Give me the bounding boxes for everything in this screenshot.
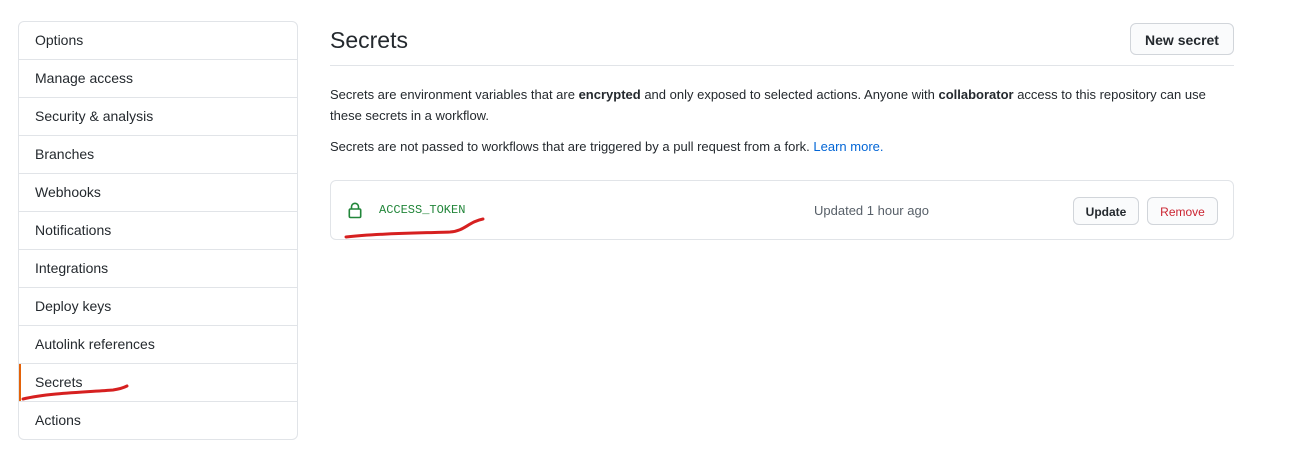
settings-sidebar: Options Manage access Security & analysi…: [18, 21, 298, 440]
sidebar-item-label: Deploy keys: [35, 298, 112, 314]
description-paragraph: Secrets are environment variables that a…: [330, 84, 1234, 126]
fork-note-text: Secrets are not passed to workflows that…: [330, 139, 814, 154]
page-header: Secrets New secret: [330, 21, 1234, 66]
sidebar-item-label: Actions: [35, 412, 81, 428]
sidebar-item-deploy-keys[interactable]: Deploy keys: [19, 288, 297, 326]
sidebar-item-branches[interactable]: Branches: [19, 136, 297, 174]
sidebar-item-label: Autolink references: [35, 336, 155, 352]
description-bold-encrypted: encrypted: [578, 87, 641, 102]
sidebar-item-label: Options: [35, 32, 84, 48]
sidebar-item-integrations[interactable]: Integrations: [19, 250, 297, 288]
description-bold-collaborator: collaborator: [938, 87, 1014, 102]
remove-secret-button[interactable]: Remove: [1147, 197, 1218, 225]
sidebar-item-label: Manage access: [35, 70, 134, 86]
learn-more-link[interactable]: Learn more.: [813, 139, 883, 154]
secret-updated-time: Updated 1 hour ago: [814, 203, 929, 218]
fork-note-paragraph: Secrets are not passed to workflows that…: [330, 136, 1234, 157]
sidebar-item-autolink-references[interactable]: Autolink references: [19, 326, 297, 364]
sidebar-item-label: Integrations: [35, 260, 109, 276]
description-text: and only exposed to selected actions. An…: [640, 87, 939, 102]
sidebar-item-label: Security & analysis: [35, 108, 154, 124]
new-secret-button[interactable]: New secret: [1130, 23, 1234, 55]
secret-name: ACCESS_TOKEN: [379, 203, 466, 217]
sidebar-item-label: Notifications: [35, 222, 112, 238]
main-content: Secrets New secret Secrets are environme…: [330, 21, 1234, 240]
sidebar-item-label: Branches: [35, 146, 95, 162]
sidebar-item-label: Secrets: [35, 374, 83, 390]
lock-icon: [348, 202, 362, 219]
sidebar-item-label: Webhooks: [35, 184, 101, 200]
sidebar-item-actions[interactable]: Actions: [19, 402, 297, 439]
sidebar-item-secrets[interactable]: Secrets: [19, 364, 297, 402]
sidebar-item-notifications[interactable]: Notifications: [19, 212, 297, 250]
sidebar-item-webhooks[interactable]: Webhooks: [19, 174, 297, 212]
description-text: Secrets are environment variables that a…: [330, 87, 579, 102]
update-secret-button[interactable]: Update: [1073, 197, 1139, 225]
secret-row: ACCESS_TOKEN Updated 1 hour ago Update R…: [330, 180, 1234, 240]
sidebar-item-manage-access[interactable]: Manage access: [19, 60, 297, 98]
page-title: Secrets: [330, 27, 408, 53]
sidebar-item-options[interactable]: Options: [19, 22, 297, 60]
sidebar-item-security-analysis[interactable]: Security & analysis: [19, 98, 297, 136]
